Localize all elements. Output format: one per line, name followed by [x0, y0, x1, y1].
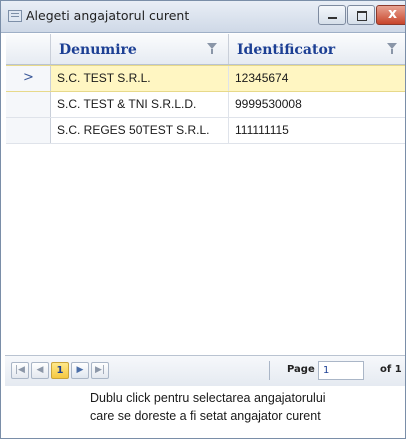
- column-header-identificator[interactable]: Identificator: [229, 34, 405, 64]
- cell-denumire[interactable]: S.C. TEST S.R.L.: [51, 66, 229, 91]
- table-row[interactable]: S.C. REGES 50TEST S.R.L. 111111115: [6, 118, 405, 144]
- filter-icon[interactable]: [207, 43, 217, 55]
- window-title: Alegeti angajatorul curent: [26, 8, 190, 23]
- hint-panel: Dublu click pentru selectarea angajatoru…: [5, 386, 405, 430]
- current-row-arrow-icon: >: [23, 70, 34, 85]
- page-count-label: of 1: [380, 364, 402, 375]
- cell-denumire[interactable]: S.C. REGES 50TEST S.R.L.: [51, 118, 229, 143]
- cell-identificator[interactable]: 9999530008: [229, 92, 405, 117]
- cell-identificator[interactable]: 12345674: [229, 66, 405, 91]
- next-page-icon: ▶: [76, 365, 84, 375]
- table-row[interactable]: > S.C. TEST S.R.L. 12345674: [6, 65, 405, 92]
- previous-page-icon: ◀: [36, 365, 44, 375]
- table-row[interactable]: S.C. TEST & TNI S.R.L.D. 9999530008: [6, 92, 405, 118]
- maximize-icon: [357, 11, 367, 21]
- last-page-icon: ▶|: [95, 365, 105, 375]
- column-header-denumire[interactable]: Denumire: [51, 34, 229, 64]
- row-indicator[interactable]: >: [6, 66, 51, 91]
- next-page-button[interactable]: ▶: [71, 362, 89, 379]
- cell-identificator[interactable]: 111111115: [229, 118, 405, 143]
- cell-denumire[interactable]: S.C. TEST & TNI S.R.L.D.: [51, 92, 229, 117]
- hint-line-2: care se doreste a fi setat angajator cur…: [90, 409, 321, 423]
- pager-bar: |◀ ◀ 1 ▶ ▶| Page 1 of 1: [5, 355, 405, 387]
- minimize-button[interactable]: [318, 5, 346, 25]
- first-page-icon: |◀: [15, 365, 25, 375]
- hint-line-1: Dublu click pentru selectarea angajatoru…: [90, 391, 326, 405]
- column-header-label: Denumire: [59, 42, 137, 58]
- grid-header: Denumire Identificator: [6, 34, 405, 65]
- header-indicator-cell: [6, 34, 51, 64]
- dialog-window: Alegeti angajatorul curent x Denumire Id…: [0, 0, 406, 439]
- filter-icon[interactable]: [387, 43, 397, 55]
- window-icon: [8, 10, 22, 22]
- page-label: Page: [287, 364, 315, 375]
- title-bar[interactable]: Alegeti angajatorul curent x: [1, 1, 405, 33]
- row-indicator[interactable]: [6, 92, 51, 117]
- row-indicator[interactable]: [6, 118, 51, 143]
- page-1-button[interactable]: 1: [51, 362, 69, 379]
- pager-separator: [269, 361, 270, 380]
- page-number-input[interactable]: 1: [318, 361, 364, 380]
- minimize-icon: [328, 17, 337, 19]
- close-button[interactable]: x: [376, 5, 405, 25]
- maximize-button[interactable]: [347, 5, 375, 25]
- last-page-button[interactable]: ▶|: [91, 362, 109, 379]
- column-header-label: Identificator: [237, 42, 336, 58]
- close-icon: x: [388, 6, 398, 22]
- previous-page-button[interactable]: ◀: [31, 362, 49, 379]
- first-page-button[interactable]: |◀: [11, 362, 29, 379]
